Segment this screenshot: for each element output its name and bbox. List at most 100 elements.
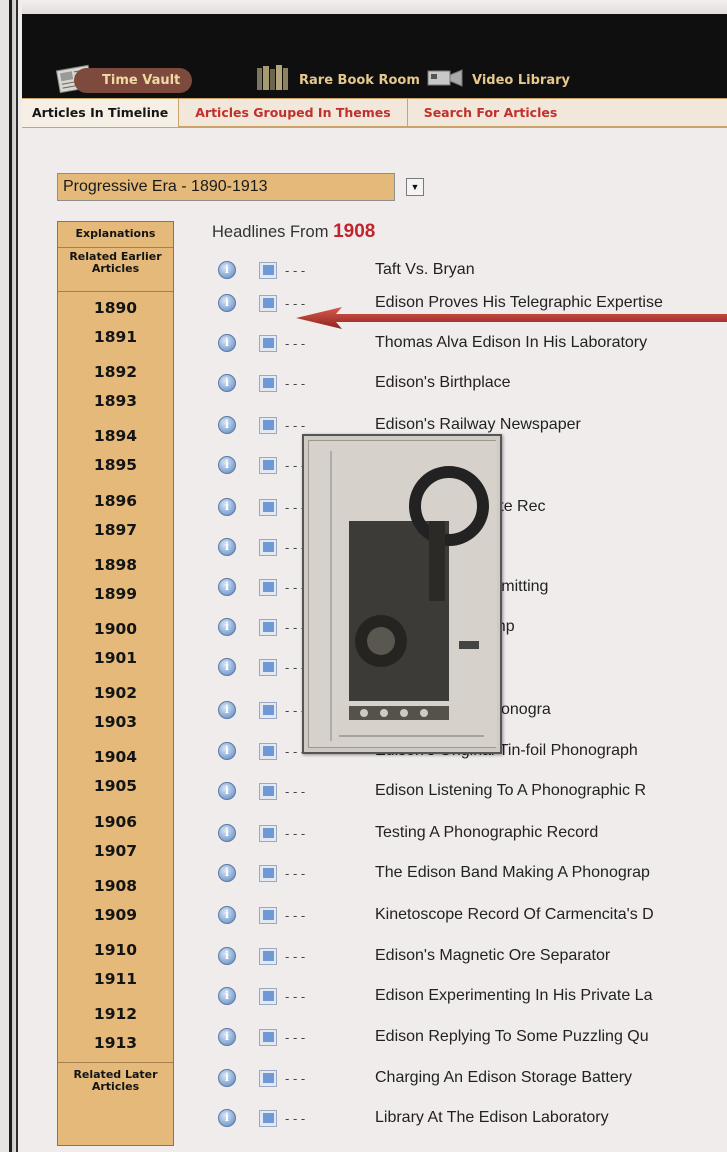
year-link-1904[interactable]: 1904 [58,741,173,773]
image-icon[interactable] [259,1028,277,1046]
image-icon[interactable] [259,864,277,882]
info-icon[interactable]: i [218,498,236,516]
year-link-1898[interactable]: 1898 [58,549,173,581]
year-link-1895[interactable]: 1895 [58,452,173,484]
related-earlier-articles-link[interactable]: Related Earlier Articles [58,248,173,292]
year-link-1912[interactable]: 1912 [58,998,173,1030]
tab-articles-grouped-in-themes[interactable]: Articles Grouped In Themes [179,99,408,127]
info-icon[interactable]: i [218,987,236,1005]
headline-link[interactable]: Thomas Alva Edison In His Laboratory [375,334,647,352]
image-icon[interactable] [259,334,277,352]
image-icon[interactable] [259,658,277,676]
headline-row: i - - - Edison's Birthplace [218,368,727,398]
image-icon[interactable] [259,374,277,392]
year-link-1896[interactable]: 1896 [58,485,173,517]
headline-link[interactable]: Edison Listening To A Phonographic R [375,782,646,800]
related-later-articles-link[interactable]: Related Later Articles [58,1062,173,1112]
headline-link[interactable]: Charging An Edison Storage Battery [375,1069,632,1087]
info-icon[interactable]: i [218,782,236,800]
year-link-1900[interactable]: 1900 [58,613,173,645]
image-icon[interactable] [259,824,277,842]
year-link-1907[interactable]: 1907 [58,838,173,870]
info-icon[interactable]: i [218,261,236,279]
year-link-1894[interactable]: 1894 [58,420,173,452]
nav-time-vault[interactable]: Time Vault [52,62,193,98]
headline-link[interactable]: Edison's Magnetic Ore Separator [375,947,610,965]
info-icon[interactable]: i [218,947,236,965]
tab-bar: Articles In Timeline Articles Grouped In… [22,98,727,128]
year-link-1906[interactable]: 1906 [58,806,173,838]
info-icon[interactable]: i [218,618,236,636]
headline-link[interactable]: Edison's Birthplace [375,374,511,392]
info-icon[interactable]: i [218,742,236,760]
era-select[interactable]: Progressive Era - 1890-1913 ▼ [57,173,429,201]
info-icon[interactable]: i [218,701,236,719]
info-icon[interactable]: i [218,1109,236,1127]
image-icon[interactable] [259,618,277,636]
chevron-down-icon[interactable]: ▼ [406,178,424,196]
image-icon[interactable] [259,1069,277,1087]
info-icon[interactable]: i [218,538,236,556]
headline-link[interactable]: Library At The Edison Laboratory [375,1109,609,1127]
headline-dashes: - - - [285,375,306,391]
image-icon[interactable] [259,416,277,434]
info-icon[interactable]: i [218,374,236,392]
headline-link[interactable]: The Edison Band Making A Phonograp [375,864,650,882]
image-icon[interactable] [259,498,277,516]
image-icon[interactable] [259,782,277,800]
nav-rare-book-room[interactable]: Rare Book Room [255,62,420,98]
headline-link[interactable]: Edison's Railway Newspaper [375,416,581,434]
year-link-1892[interactable]: 1892 [58,356,173,388]
books-icon [255,63,291,97]
info-icon[interactable]: i [218,456,236,474]
headline-dashes: - - - [285,988,306,1004]
year-link-1902[interactable]: 1902 [58,677,173,709]
year-link-1910[interactable]: 1910 [58,934,173,966]
image-icon[interactable] [259,578,277,596]
image-icon[interactable] [259,261,277,279]
year-link-1899[interactable]: 1899 [58,581,173,613]
year-link-1903[interactable]: 1903 [58,709,173,741]
explanations-link[interactable]: Explanations [58,222,173,248]
year-link-1905[interactable]: 1905 [58,773,173,805]
year-link-1897[interactable]: 1897 [58,517,173,549]
year-link-1890[interactable]: 1890 [58,292,173,324]
year-link-1901[interactable]: 1901 [58,645,173,677]
image-icon[interactable] [259,538,277,556]
headline-link[interactable]: Taft Vs. Bryan [375,261,475,279]
year-link-1908[interactable]: 1908 [58,870,173,902]
nav-video-library[interactable]: Video Library [426,62,570,98]
year-link-1893[interactable]: 1893 [58,388,173,420]
tab-search-for-articles[interactable]: Search For Articles [408,99,574,127]
info-icon[interactable]: i [218,906,236,924]
headline-link[interactable]: Kinetoscope Record Of Carmencita's D [375,906,654,924]
image-icon[interactable] [259,456,277,474]
info-icon[interactable]: i [218,294,236,312]
image-icon[interactable] [259,742,277,760]
year-link-1891[interactable]: 1891 [58,324,173,356]
info-icon[interactable]: i [218,578,236,596]
headline-dashes: - - - [285,825,306,841]
info-icon[interactable]: i [218,864,236,882]
headline-link[interactable]: Testing A Phonographic Record [375,824,598,842]
info-icon[interactable]: i [218,1028,236,1046]
headline-link[interactable]: Edison Experimenting In His Private La [375,987,652,1005]
info-icon[interactable]: i [218,334,236,352]
image-icon[interactable] [259,1109,277,1127]
image-icon[interactable] [259,906,277,924]
image-icon[interactable] [259,701,277,719]
image-icon[interactable] [259,947,277,965]
year-link-1909[interactable]: 1909 [58,902,173,934]
image-icon[interactable] [259,294,277,312]
info-icon[interactable]: i [218,658,236,676]
year-link-1913[interactable]: 1913 [58,1030,173,1062]
image-icon[interactable] [259,987,277,1005]
info-icon[interactable]: i [218,416,236,434]
tab-articles-in-timeline[interactable]: Articles In Timeline [22,99,180,127]
info-icon[interactable]: i [218,1069,236,1087]
info-icon[interactable]: i [218,824,236,842]
year-link-1911[interactable]: 1911 [58,966,173,998]
pointer-arrow [296,305,727,336]
era-select-value[interactable]: Progressive Era - 1890-1913 [57,173,395,201]
headline-link[interactable]: Edison Replying To Some Puzzling Qu [375,1028,649,1046]
